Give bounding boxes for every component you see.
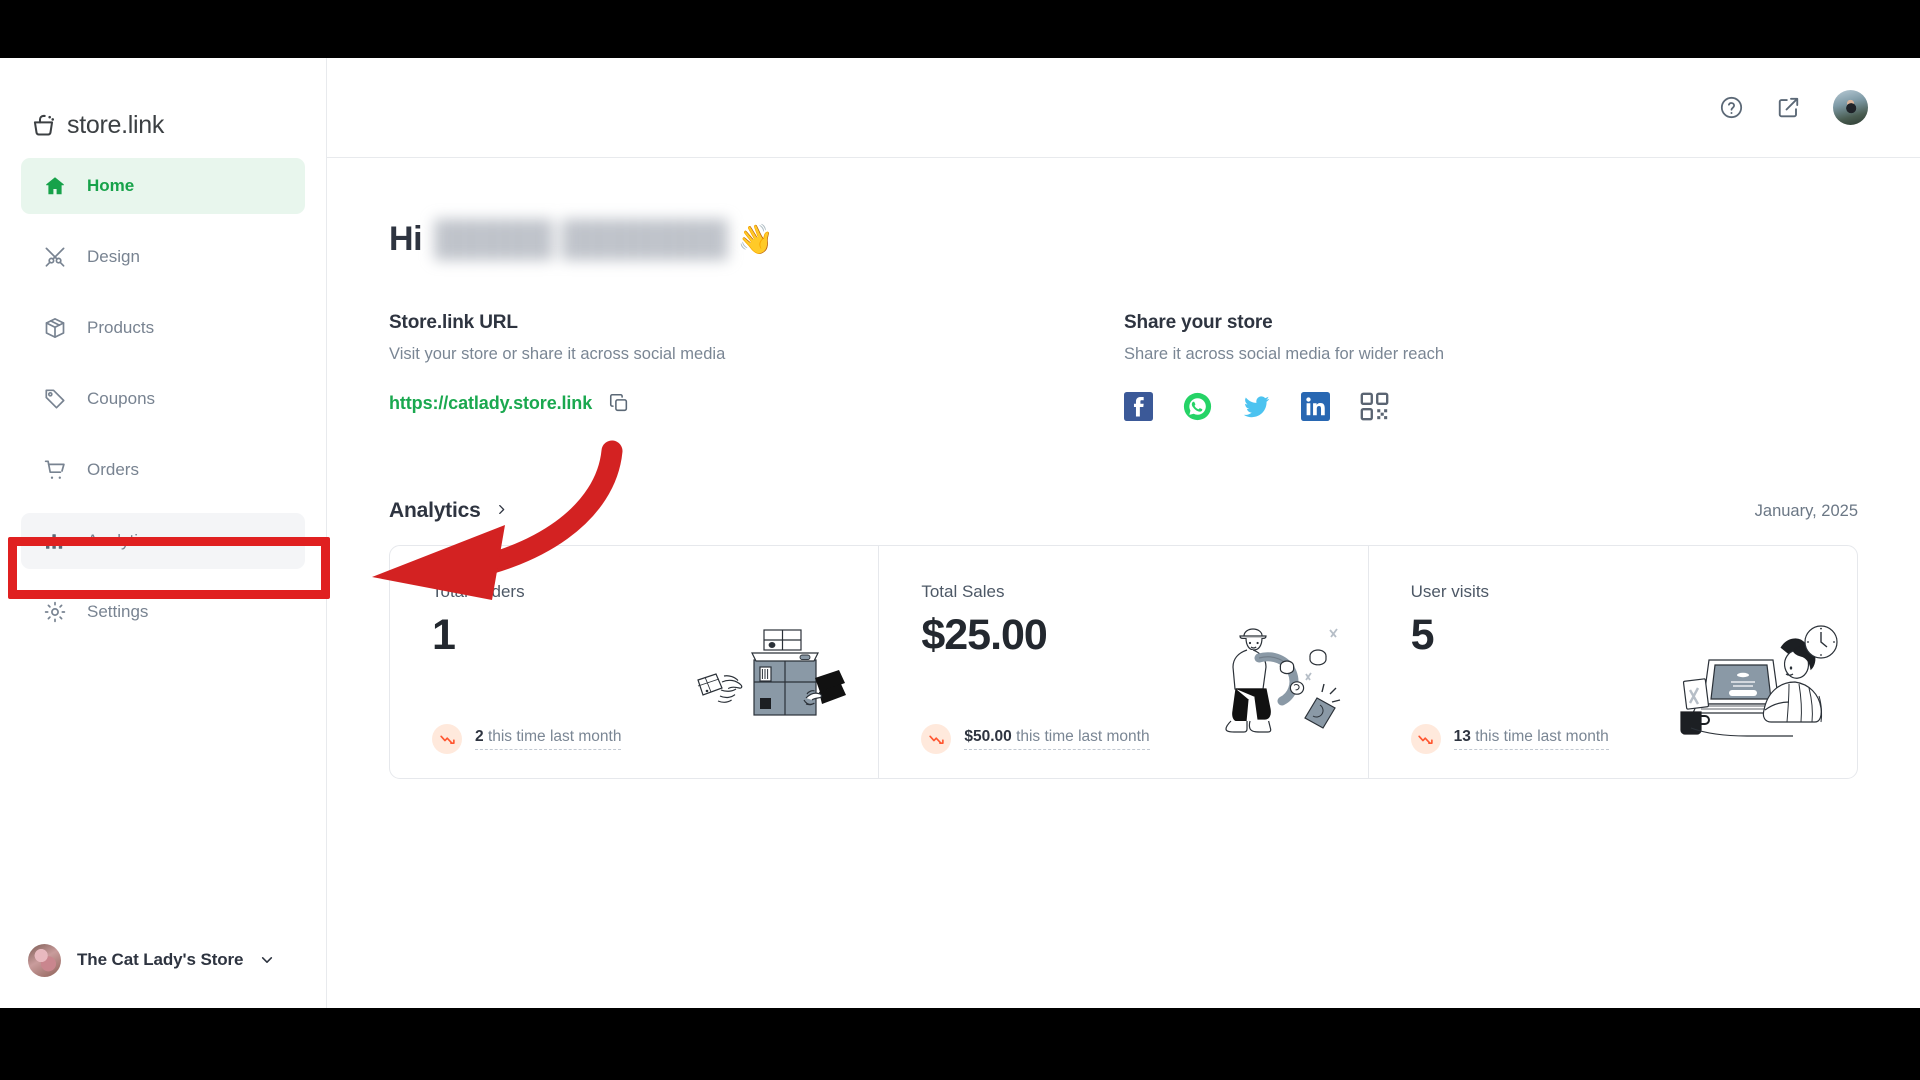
- analytics-header: Analytics January, 2025: [389, 499, 1920, 523]
- linkedin-icon[interactable]: [1301, 392, 1330, 421]
- sidebar-item-label: Design: [87, 247, 140, 266]
- sidebar-item-coupons[interactable]: Coupons: [21, 371, 305, 427]
- stat-card-text: Total Orders 1: [432, 582, 694, 778]
- copy-icon[interactable]: [608, 392, 630, 414]
- store-switcher[interactable]: The Cat Lady's Store: [0, 912, 326, 1008]
- stat-card-value: $25.00: [921, 611, 1048, 659]
- stat-card-total-sales: Total Sales $25.00 $50.00 this time last…: [878, 546, 1367, 778]
- sidebar-item-settings[interactable]: Settings: [21, 584, 305, 640]
- sidebar-item-home[interactable]: Home: [21, 158, 305, 214]
- sidebar-item-analytics[interactable]: Analytics: [21, 513, 305, 569]
- qr-code-icon[interactable]: [1360, 392, 1389, 421]
- whatsapp-icon[interactable]: [1183, 392, 1212, 421]
- sidebar-item-design[interactable]: Design: [21, 229, 305, 285]
- store-url-section: Store.link URL Visit your store or share…: [389, 312, 1124, 421]
- stat-card-total-orders: Total Orders 1 2 this time last month: [390, 546, 878, 778]
- sidebar-nav: Home Design Products Coupons Orders Anal…: [0, 158, 326, 640]
- store-switcher-label: The Cat Lady's Store: [77, 950, 244, 969]
- stat-card-user-visits: User visits 5 13 this time last month: [1367, 546, 1857, 778]
- twitter-icon[interactable]: [1242, 392, 1271, 421]
- page-body: Hi █████ ███████ 👋 Store.link URL Visit …: [327, 158, 1920, 779]
- shopping-cart-icon: [43, 458, 67, 482]
- store-url-row: https://catlady.store.link: [389, 392, 1124, 414]
- design-tools-icon: [43, 245, 67, 269]
- external-link-icon[interactable]: [1776, 95, 1801, 120]
- brand-logo-wrap[interactable]: store.link: [0, 58, 326, 154]
- sidebar-item-label: Home: [87, 176, 135, 195]
- analytics-cards: Total Orders 1 2 this time last month To…: [389, 545, 1858, 779]
- sidebar-item-label: Analytics: [87, 531, 156, 550]
- store-url-subtitle: Visit your store or share it across soci…: [389, 345, 726, 363]
- stat-card-value: 1: [432, 611, 456, 659]
- stat-card-value: 5: [1410, 611, 1435, 659]
- brand-name: store.link: [67, 110, 165, 139]
- analytics-link[interactable]: Analytics: [389, 499, 508, 523]
- box-icon: [43, 316, 67, 340]
- store-avatar: [28, 943, 61, 977]
- stat-card-title: Total Sales: [921, 582, 1005, 601]
- top-bar: [327, 58, 1920, 158]
- user-avatar[interactable]: [1833, 90, 1868, 125]
- info-columns: Store.link URL Visit your store or share…: [389, 312, 1920, 421]
- chevron-down-icon: [259, 952, 275, 968]
- share-store-section: Share your store Share it across social …: [1124, 312, 1920, 421]
- shopping-basket-icon: [31, 112, 58, 139]
- sidebar-item-label: Orders: [87, 460, 139, 479]
- chevron-right-icon: [495, 503, 508, 520]
- sidebar-item-label: Products: [87, 318, 155, 337]
- analytics-title: Analytics: [389, 499, 481, 522]
- sidebar-item-label: Settings: [87, 602, 149, 621]
- facebook-icon[interactable]: [1124, 392, 1153, 421]
- sidebar-item-orders[interactable]: Orders: [21, 442, 305, 498]
- bar-chart-icon: [43, 529, 67, 553]
- main-content: Hi █████ ███████ 👋 Store.link URL Visit …: [327, 58, 1920, 1008]
- screenshot-root: store.link Home Design Products Coupons …: [0, 0, 1920, 1080]
- analytics-period: January, 2025: [1754, 501, 1858, 520]
- magnet-money-illustration: [1184, 620, 1354, 740]
- stat-card-text: User visits 5: [1411, 582, 1673, 778]
- app-window: store.link Home Design Products Coupons …: [0, 58, 1920, 1008]
- home-icon: [43, 174, 67, 198]
- greeting-prefix: Hi: [389, 220, 423, 258]
- person-laptop-illustration: [1673, 620, 1843, 740]
- packages-delivery-illustration: [694, 620, 864, 740]
- sidebar: store.link Home Design Products Coupons …: [0, 58, 327, 1008]
- stat-card-title: Total Orders: [432, 582, 525, 601]
- tag-icon: [43, 387, 67, 411]
- sidebar-item-label: Coupons: [87, 389, 156, 408]
- stat-card-title: User visits: [1410, 582, 1490, 601]
- waving-hand-icon: 👋: [737, 223, 774, 256]
- social-share-row: [1124, 392, 1920, 421]
- stat-card-text: Total Sales $25.00: [921, 582, 1183, 778]
- greeting-user-name: █████ ███████: [434, 220, 728, 258]
- store-url-link[interactable]: https://catlady.store.link: [389, 393, 592, 414]
- page-title: Hi █████ ███████ 👋: [389, 220, 1920, 259]
- sidebar-item-products[interactable]: Products: [21, 300, 305, 356]
- store-url-title: Store.link URL: [389, 312, 518, 333]
- gear-icon: [43, 600, 67, 624]
- help-circle-icon[interactable]: [1719, 95, 1744, 120]
- share-store-title: Share your store: [1124, 312, 1273, 333]
- share-store-subtitle: Share it across social media for wider r…: [1124, 345, 1445, 363]
